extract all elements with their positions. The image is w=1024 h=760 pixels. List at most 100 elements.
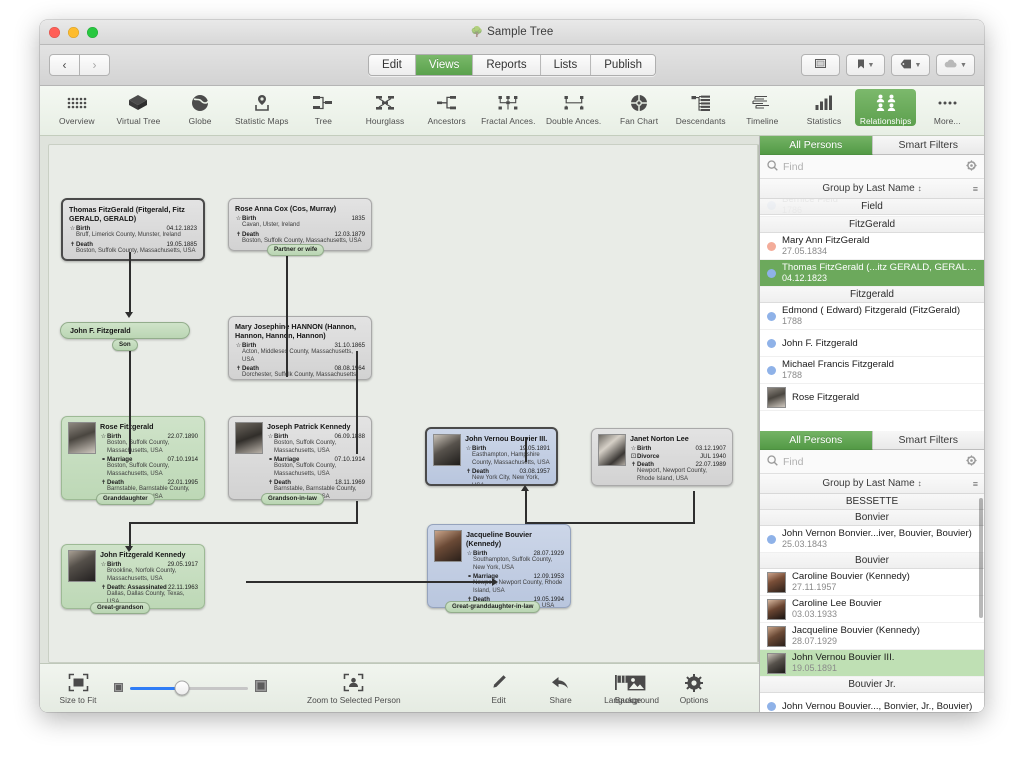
bookmarks-button[interactable]: ▼ <box>846 54 885 76</box>
chevron-updown-icon[interactable]: ↕ <box>918 479 922 488</box>
search-input[interactable]: Find <box>783 161 961 173</box>
forward-button[interactable]: › <box>80 54 110 76</box>
list-item[interactable]: John F. Fitzgerald <box>760 330 984 357</box>
zoom-slider-group[interactable] <box>114 679 267 697</box>
back-button[interactable]: ‹ <box>49 54 80 76</box>
fact-date: 19.05.1885 <box>166 240 198 248</box>
tab-all-persons[interactable]: All Persons <box>760 136 873 155</box>
ribbon-item-fractal-ancestors[interactable]: Fractal Ances. <box>477 89 539 126</box>
tab-smart-filters[interactable]: Smart Filters <box>872 431 984 450</box>
rings-icon: ⚭ <box>466 574 473 581</box>
ribbon-item-timeline[interactable]: Timeline <box>732 89 794 126</box>
edit-button[interactable]: Edit <box>479 672 519 705</box>
relationship-chart-canvas[interactable]: Thomas FitzGerald (Fitgerald, Fitz GERAL… <box>48 144 759 663</box>
bottom-toolbar: Size to Fit Zoom to Selected Person Edit… <box>40 663 759 712</box>
ribbon-item-ancestors[interactable]: Ancestors <box>416 89 478 126</box>
ribbon-item-double-ancestors[interactable]: Double Ances. <box>539 89 608 126</box>
fact-place: Newport, Newport County, Rhode Island, U… <box>637 468 707 482</box>
ribbon-item-statistics[interactable]: Statistics <box>793 89 855 126</box>
person-card-mary-hannon[interactable]: Mary Josephine HANNON (Hannon, Hannon, H… <box>228 316 372 380</box>
list-item[interactable]: Thomas FitzGerald (...itz GERALD, GERALD… <box>760 260 984 287</box>
zoom-slider[interactable] <box>130 680 248 696</box>
zoom-slider-knob[interactable] <box>174 680 190 696</box>
zoom-in-icon[interactable] <box>255 679 267 697</box>
person-card-thomas-fitzgerald[interactable]: Thomas FitzGerald (Fitgerald, Fitz GERAL… <box>61 198 205 261</box>
document-icon: 🌳 <box>470 27 484 38</box>
share-button[interactable]: Share <box>541 672 581 705</box>
tab-lists[interactable]: Lists <box>539 55 591 75</box>
panel1-group-bar[interactable]: Group by Last Name ↕ ≡ <box>760 179 984 199</box>
person-card-joseph-kennedy[interactable]: Joseph Patrick Kennedy ☆ Birth 06.09.188… <box>228 416 372 500</box>
sort-order-icon[interactable]: ≡ <box>973 184 978 194</box>
ribbon-item-descendants[interactable]: Descendants <box>670 89 732 126</box>
person-photo <box>68 550 96 582</box>
tags-button[interactable]: ▼ <box>891 54 930 76</box>
person-card-john-f-kennedy[interactable]: John Fitzgerald Kennedy ☆ Birth 29.05.19… <box>61 544 205 609</box>
background-button[interactable]: Background <box>615 672 659 705</box>
ribbon-item-label: Ancestors <box>427 116 466 126</box>
star-icon: ☆ <box>466 551 473 557</box>
tab-reports[interactable]: Reports <box>472 55 540 75</box>
ribbon-item-more[interactable]: More... <box>916 89 978 126</box>
list-item[interactable]: Rose Fitzgerald <box>760 384 984 411</box>
chevron-updown-icon[interactable]: ↕ <box>918 184 922 193</box>
search-input[interactable]: Find <box>783 456 961 468</box>
search-settings-gear-icon[interactable] <box>966 159 977 174</box>
zoom-to-selected-person-button[interactable]: Zoom to Selected Person <box>307 672 401 705</box>
list-item[interactable]: Jacqueline Bouvier (Kennedy) 28.07.1929 <box>760 623 984 650</box>
ribbon-item-label: Descendants <box>675 116 726 126</box>
list-item[interactable]: Edmond ( Edward) Fitzgerald (FitzGerald)… <box>760 303 984 330</box>
list-item[interactable]: John Vernon Bonvier...iver, Bouvier, Bou… <box>760 526 984 553</box>
sidebar-scrollbar[interactable] <box>979 498 983 618</box>
panel2-group-bar[interactable]: Group by Last Name ↕ ≡ <box>760 474 984 494</box>
list-item[interactable]: John Vernou Bouvier..., Bonvier, Jr., Bo… <box>760 693 984 712</box>
bar-chart-icon <box>815 92 833 114</box>
ribbon-item-relationships[interactable]: Relationships <box>854 89 917 126</box>
search-icon <box>767 454 778 469</box>
size-to-fit-button[interactable]: Size to Fit <box>58 672 98 705</box>
edit-label: Edit <box>491 694 506 705</box>
sort-order-icon[interactable]: ≡ <box>973 479 978 489</box>
person-marker-dot <box>767 534 776 544</box>
tab-views[interactable]: Views <box>414 55 473 75</box>
panel1-search-bar[interactable]: Find <box>760 155 984 179</box>
ribbon-item-hourglass[interactable]: Hourglass <box>354 89 416 126</box>
ribbon-item-virtual-tree[interactable]: Virtual Tree <box>108 89 170 126</box>
list-item[interactable]: Caroline Bouvier (Kennedy) 27.11.1957 <box>760 569 984 596</box>
group-header: Fitzgerald <box>760 287 984 303</box>
ribbon-item-overview[interactable]: Overview <box>46 89 108 126</box>
cross-icon: ✝ <box>235 231 242 238</box>
panel1-person-list[interactable]: Bernice Field 1786 Field FitzGerald Mary… <box>760 199 984 431</box>
tab-smart-filters[interactable]: Smart Filters <box>872 136 984 155</box>
ribbon-item-globe[interactable]: Globe <box>169 89 231 126</box>
tab-edit[interactable]: Edit <box>369 55 415 75</box>
list-item[interactable]: Mary Ann FitzGerald 27.05.1834 <box>760 233 984 260</box>
star-icon: ☆ <box>100 562 107 568</box>
cloud-button[interactable]: ▼ <box>936 54 975 76</box>
ribbon-item-fan-chart[interactable]: Fan Chart <box>608 89 670 126</box>
sidebar-toggle-button[interactable] <box>801 54 840 76</box>
fractal-chart-icon <box>498 92 518 114</box>
person-photo <box>68 422 96 454</box>
person-pill-john-f-fitzgerald[interactable]: John F. Fitzgerald <box>60 322 190 339</box>
search-settings-gear-icon[interactable] <box>966 454 977 469</box>
person-card-john-bouvier-iii[interactable]: John Vernou Bouvier III. ☆ Birth 19.05.1… <box>425 427 558 486</box>
image-icon <box>627 672 646 694</box>
panel2-search-bar[interactable]: Find <box>760 450 984 474</box>
list-item[interactable]: John Vernou Bouvier III. 19.05.1891 <box>760 650 984 677</box>
person-card-rose-fitzgerald[interactable]: Rose Fitzgerald ☆ Birth 22.07.1890 Bosto… <box>61 416 205 500</box>
person-card-jacqueline-bouvier[interactable]: Jacqueline Bouvier (Kennedy) ☆ Birth 28.… <box>427 524 571 608</box>
list-item[interactable]: Caroline Lee Bouvier 03.03.1933 <box>760 596 984 623</box>
person-facts: Jacqueline Bouvier (Kennedy) ☆ Birth 28.… <box>466 530 564 607</box>
person-card-janet-norton-lee[interactable]: Janet Norton Lee ☆ Birth 03.12.1907 ⚀ Di… <box>591 428 733 486</box>
panel2-person-list[interactable]: BESSETTE Bonvier John Vernon Bonvier...i… <box>760 494 984 712</box>
connector-line <box>356 501 358 523</box>
zoom-out-icon[interactable] <box>114 679 123 697</box>
options-button[interactable]: Options <box>674 672 714 705</box>
ribbon-item-tree[interactable]: Tree <box>293 89 355 126</box>
panel1-tabs: All Persons Smart Filters <box>760 136 984 155</box>
list-item[interactable]: Michael Francis Fitzgerald 1788 <box>760 357 984 384</box>
ribbon-item-statistic-maps[interactable]: Statistic Maps <box>231 89 293 126</box>
tab-all-persons[interactable]: All Persons <box>760 431 873 450</box>
tab-publish[interactable]: Publish <box>590 55 655 75</box>
